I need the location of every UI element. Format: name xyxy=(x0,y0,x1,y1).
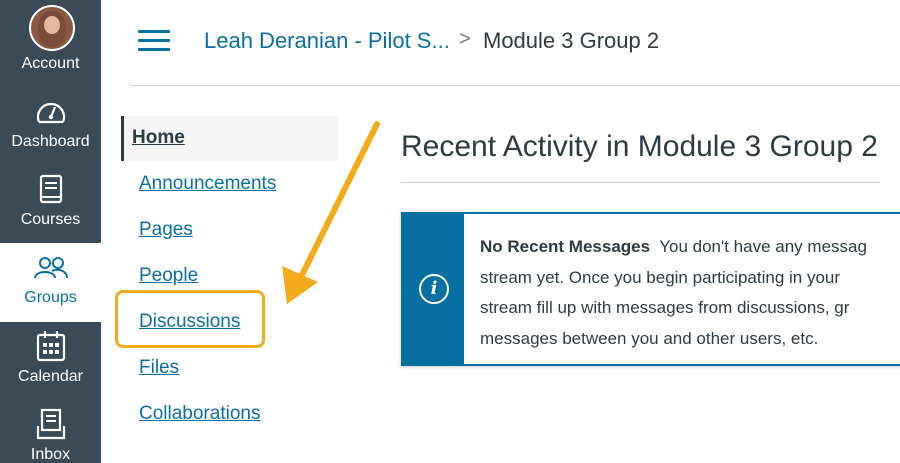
calendar-icon xyxy=(36,331,65,362)
breadcrumb-current: Module 3 Group 2 xyxy=(483,28,660,53)
discussions-highlight-box xyxy=(115,290,265,348)
course-nav-people[interactable]: People xyxy=(139,265,198,287)
gnav-groups[interactable]: Groups xyxy=(0,243,101,322)
gnav-groups-label: Groups xyxy=(24,289,77,306)
info-icon: i xyxy=(419,274,449,304)
gnav-account-label: Account xyxy=(21,55,80,72)
avatar xyxy=(29,5,75,51)
gnav-account[interactable]: Account xyxy=(0,0,101,87)
alert-title: No Recent Messages xyxy=(480,237,651,256)
course-nav-announcements[interactable]: Announcements xyxy=(139,173,276,195)
gnav-courses[interactable]: Courses xyxy=(0,165,101,243)
global-nav: Account Dashboard Courses Groups Calenda… xyxy=(0,0,101,463)
header-divider xyxy=(131,85,900,86)
dashboard-icon xyxy=(36,102,65,124)
inbox-icon xyxy=(36,408,65,440)
gnav-calendar[interactable]: Calendar xyxy=(0,322,101,400)
alert-line-1: You don't have any messag xyxy=(659,237,867,256)
gnav-inbox-label: Inbox xyxy=(30,446,71,463)
title-divider xyxy=(401,182,880,183)
course-nav-files[interactable]: Files xyxy=(139,357,179,379)
alert-line-4: messages between you and other users, et… xyxy=(480,328,819,348)
gnav-courses-label: Courses xyxy=(20,211,81,228)
alert-line-3: stream fill up with messages from discus… xyxy=(480,298,850,317)
gnav-dashboard-label: Dashboard xyxy=(11,133,90,150)
gnav-calendar-label: Calendar xyxy=(18,368,83,385)
gnav-dashboard[interactable]: Dashboard xyxy=(0,87,101,165)
breadcrumb-course-link[interactable]: Leah Deranian - Pilot S... xyxy=(204,28,450,54)
course-nav-home[interactable]: Home xyxy=(121,116,338,161)
gnav-inbox[interactable]: Inbox xyxy=(0,400,101,463)
groups-icon xyxy=(33,257,68,279)
course-nav-home-label: Home xyxy=(132,127,185,148)
course-nav-collaborations[interactable]: Collaborations xyxy=(139,403,260,425)
courses-icon xyxy=(39,174,62,204)
no-messages-alert: i No Recent Messages You don't have any … xyxy=(401,212,900,366)
course-nav-pages[interactable]: Pages xyxy=(139,219,193,241)
alert-line-2: stream yet. Once you begin participating… xyxy=(480,267,841,287)
breadcrumb-separator: > xyxy=(459,28,471,50)
alert-message: No Recent Messages You don't have any me… xyxy=(480,232,900,354)
hamburger-menu-button[interactable] xyxy=(138,30,170,52)
alert-icon-panel: i xyxy=(403,214,464,364)
page-title: Recent Activity in Module 3 Group 2 xyxy=(401,130,878,163)
